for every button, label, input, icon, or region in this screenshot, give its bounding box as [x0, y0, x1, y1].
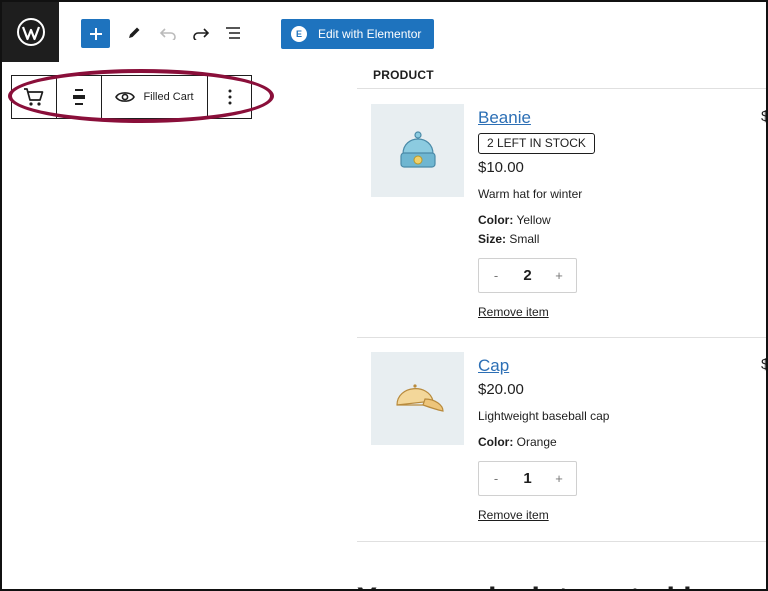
beanie-image-icon [399, 130, 436, 168]
edit-tool-button[interactable] [123, 22, 145, 44]
block-type-button[interactable] [12, 76, 57, 118]
cart-item-row: $ Beanie 2 LEFT IN STOCK $10.00 Warm hat… [357, 104, 766, 336]
add-block-button[interactable] [81, 19, 110, 48]
redo-button[interactable] [190, 22, 212, 44]
more-vertical-icon [228, 89, 231, 105]
stock-badge: 2 LEFT IN STOCK [478, 133, 595, 154]
product-attribute: Color: Orange [478, 433, 738, 452]
product-name-link[interactable]: Beanie [478, 108, 738, 128]
row-divider [357, 541, 766, 542]
attribute-label: Size: [478, 232, 507, 246]
quantity-increase-button[interactable]: + [552, 268, 566, 283]
pencil-icon [129, 27, 140, 38]
edit-with-elementor-button[interactable]: E Edit with Elementor [281, 19, 434, 49]
line-total-clipped: $ [761, 356, 766, 373]
cart-item-row: $ Cap $20.00 Lightweight baseball cap Co… [357, 352, 766, 542]
product-details: Beanie 2 LEFT IN STOCK $10.00 Warm hat f… [478, 108, 738, 321]
attribute-value: Yellow [516, 213, 551, 227]
quantity-selector: - 2 + [478, 258, 577, 293]
undo-icon [159, 28, 176, 40]
align-button[interactable] [57, 76, 102, 118]
row-divider [357, 337, 766, 338]
view-switcher-label: Filled Cart [143, 91, 194, 103]
attribute-value: Small [509, 232, 540, 246]
wordpress-logo-button[interactable] [2, 2, 59, 62]
quantity-selector: - 1 + [478, 461, 577, 496]
product-name-link[interactable]: Cap [478, 356, 738, 376]
wordpress-icon [16, 18, 45, 46]
align-icon [73, 89, 85, 105]
remove-item-link[interactable]: Remove item [478, 508, 549, 522]
product-attribute: Color: Yellow [478, 211, 738, 230]
document-overview-button[interactable] [223, 22, 245, 44]
redo-icon [193, 28, 210, 40]
edit-with-elementor-label: Edit with Elementor [318, 27, 422, 41]
plus-icon [89, 27, 102, 40]
undo-button[interactable] [157, 22, 179, 44]
cart-icon [24, 88, 44, 106]
view-switcher-button[interactable]: Filled Cart [102, 76, 208, 118]
quantity-increase-button[interactable]: + [552, 471, 566, 486]
product-thumbnail[interactable] [371, 104, 464, 197]
elementor-icon: E [291, 26, 307, 42]
product-attribute: Size: Small [478, 230, 738, 249]
attribute-value: Orange [516, 435, 557, 449]
product-description: Warm hat for winter [478, 187, 583, 201]
header-divider [357, 88, 766, 89]
cross-sells-heading: You may be interested in… [357, 582, 740, 589]
list-view-icon [226, 27, 240, 39]
eye-icon [115, 92, 136, 102]
product-price: $20.00 [478, 381, 524, 398]
attribute-label: Color: [478, 435, 514, 449]
quantity-input[interactable]: 1 [523, 470, 531, 487]
remove-item-link[interactable]: Remove item [478, 305, 549, 319]
top-toolbar: E Edit with Elementor [2, 2, 766, 62]
product-column-header: PRODUCT [373, 68, 434, 82]
product-price: $10.00 [478, 159, 524, 176]
cap-image-icon [395, 383, 444, 412]
more-options-button[interactable] [208, 76, 251, 118]
block-toolbar: Filled Cart [11, 75, 252, 119]
quantity-input[interactable]: 2 [523, 267, 531, 284]
quantity-decrease-button[interactable]: - [489, 268, 503, 283]
line-total-clipped: $ [761, 108, 766, 125]
product-details: Cap $20.00 Lightweight baseball cap Colo… [478, 356, 738, 524]
quantity-decrease-button[interactable]: - [489, 471, 503, 486]
attribute-label: Color: [478, 213, 514, 227]
cart-block: PRODUCT $ Beanie 2 LEFT IN STOCK $10.00 … [357, 62, 766, 589]
product-description: Lightweight baseball cap [478, 409, 610, 423]
editor-window: E Edit with Elementor Filled Cart PRODUC… [0, 0, 768, 591]
product-thumbnail[interactable] [371, 352, 464, 445]
